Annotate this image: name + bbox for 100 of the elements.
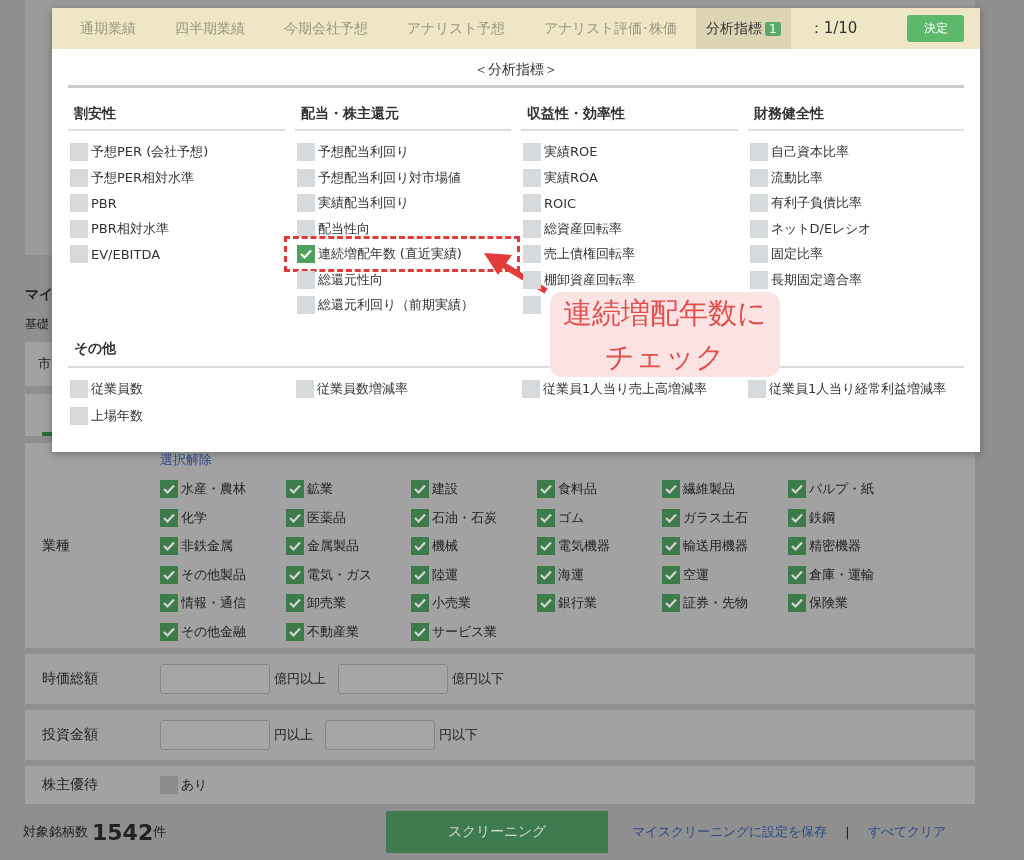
- checkbox[interactable]: [160, 480, 178, 498]
- checkbox[interactable]: [523, 194, 541, 212]
- checkbox[interactable]: [160, 537, 178, 555]
- checkbox[interactable]: [411, 537, 429, 555]
- checkbox[interactable]: [536, 480, 555, 498]
- checkbox[interactable]: [160, 594, 178, 612]
- checkbox[interactable]: [411, 565, 429, 584]
- input-field[interactable]: [325, 720, 435, 750]
- checkbox[interactable]: [749, 143, 768, 161]
- checkbox[interactable]: [536, 594, 555, 612]
- checkbox[interactable]: [523, 296, 541, 314]
- checkbox-label: 電気・ガス: [306, 565, 372, 584]
- row-label: 業種: [42, 536, 70, 555]
- checkbox-label: 繊維製品: [683, 480, 735, 498]
- screening-button[interactable]: スクリーニング: [386, 811, 609, 853]
- checkbox[interactable]: [523, 245, 541, 263]
- checkbox-label: 総還元利回り（前期実績）: [317, 296, 474, 314]
- checkbox-label: 情報・通信: [181, 594, 246, 612]
- checkbox[interactable]: [749, 245, 768, 263]
- checkbox-label: 非鉄金属: [181, 537, 233, 555]
- checkbox[interactable]: [662, 480, 680, 498]
- checkbox[interactable]: [787, 565, 806, 584]
- checkbox[interactable]: [285, 594, 304, 612]
- checkbox-label: PBR相対水準: [91, 219, 169, 238]
- checkbox[interactable]: [296, 219, 315, 238]
- row-label: 投資金額: [41, 726, 99, 744]
- tab[interactable]: アナリスト評価･株価: [524, 8, 696, 49]
- checkbox[interactable]: [70, 380, 88, 398]
- checkbox[interactable]: [662, 594, 680, 612]
- checkbox[interactable]: [536, 537, 555, 555]
- checkbox[interactable]: [749, 270, 768, 289]
- checkbox[interactable]: [536, 508, 555, 527]
- checkbox[interactable]: [411, 480, 429, 498]
- checkbox[interactable]: [160, 508, 178, 527]
- checkbox-label: 食料品: [557, 480, 597, 498]
- checkbox-label: 銀行業: [557, 594, 597, 612]
- input-field[interactable]: [160, 664, 270, 694]
- checkbox[interactable]: [748, 380, 766, 398]
- checkbox-label: その他製品: [181, 565, 246, 584]
- checkbox-label: 総還元性向: [317, 270, 383, 289]
- save-link[interactable]: マイスクリーニングに設定を保存: [632, 823, 828, 841]
- checkbox[interactable]: [285, 622, 304, 641]
- checkbox[interactable]: [70, 143, 88, 161]
- checkbox[interactable]: [411, 622, 429, 641]
- checkbox[interactable]: [787, 537, 806, 555]
- checkbox[interactable]: [411, 508, 429, 527]
- checkbox[interactable]: [662, 508, 680, 527]
- count-label: 対象銘柄数: [23, 823, 88, 841]
- checkbox[interactable]: [523, 219, 541, 238]
- tab[interactable]: 分析指標 1: [696, 8, 791, 49]
- checkbox[interactable]: [285, 508, 304, 527]
- checkbox[interactable]: [296, 296, 315, 314]
- input-field[interactable]: [160, 720, 270, 750]
- checkbox[interactable]: [160, 622, 178, 641]
- checkbox[interactable]: [285, 565, 304, 584]
- input-field[interactable]: [338, 664, 448, 694]
- tab[interactable]: 通期業績: [60, 8, 155, 49]
- checkbox[interactable]: [749, 168, 768, 187]
- checkbox[interactable]: [160, 565, 178, 584]
- checkbox[interactable]: [70, 194, 88, 212]
- checkbox-label: 棚卸資産回転率: [544, 270, 635, 289]
- tab[interactable]: 四半期業績: [155, 8, 264, 49]
- checkbox-label: 従業員1人当り売上高増減率: [543, 380, 708, 398]
- unit-label: 円以上: [274, 726, 313, 744]
- checkbox[interactable]: [523, 143, 541, 161]
- checkbox[interactable]: [285, 480, 304, 498]
- clear-all-link[interactable]: すべてクリア: [867, 823, 946, 841]
- checkbox[interactable]: [523, 168, 541, 187]
- checkbox[interactable]: [70, 407, 88, 425]
- checkbox[interactable]: [749, 219, 768, 238]
- checkbox[interactable]: [296, 245, 315, 263]
- checkbox[interactable]: [662, 537, 680, 555]
- checkbox[interactable]: [70, 219, 88, 238]
- checkbox[interactable]: [296, 168, 315, 187]
- checkbox[interactable]: [411, 594, 429, 612]
- checkbox[interactable]: [70, 168, 88, 187]
- checkbox[interactable]: [523, 270, 541, 289]
- checkbox[interactable]: [749, 194, 768, 212]
- confirm-button[interactable]: 決定: [907, 15, 965, 42]
- checkbox-label: 機械: [432, 537, 458, 555]
- checkbox[interactable]: [70, 245, 88, 263]
- checkbox-label: 卸売業: [306, 594, 346, 612]
- checkbox[interactable]: [285, 537, 304, 555]
- checkbox[interactable]: [662, 565, 680, 584]
- checkbox[interactable]: [296, 380, 314, 398]
- checkbox[interactable]: [787, 508, 806, 527]
- checkbox[interactable]: [296, 270, 315, 289]
- checkbox[interactable]: [296, 194, 315, 212]
- tab[interactable]: アナリスト予想: [387, 8, 524, 49]
- row-label: 時価総額: [41, 670, 99, 688]
- checkbox[interactable]: [522, 380, 540, 398]
- checkbox-label: 倉庫・運輸: [808, 565, 874, 584]
- tab[interactable]: 今期会社予想: [264, 8, 387, 49]
- checkbox-label: EV/EBITDA: [91, 246, 161, 262]
- checkbox[interactable]: [787, 480, 806, 498]
- checkbox[interactable]: [787, 594, 806, 612]
- field-label: 基礎: [25, 317, 49, 331]
- checkbox[interactable]: [536, 565, 555, 584]
- clear-selection-link[interactable]: 選択解除: [160, 452, 212, 467]
- checkbox[interactable]: [296, 143, 315, 161]
